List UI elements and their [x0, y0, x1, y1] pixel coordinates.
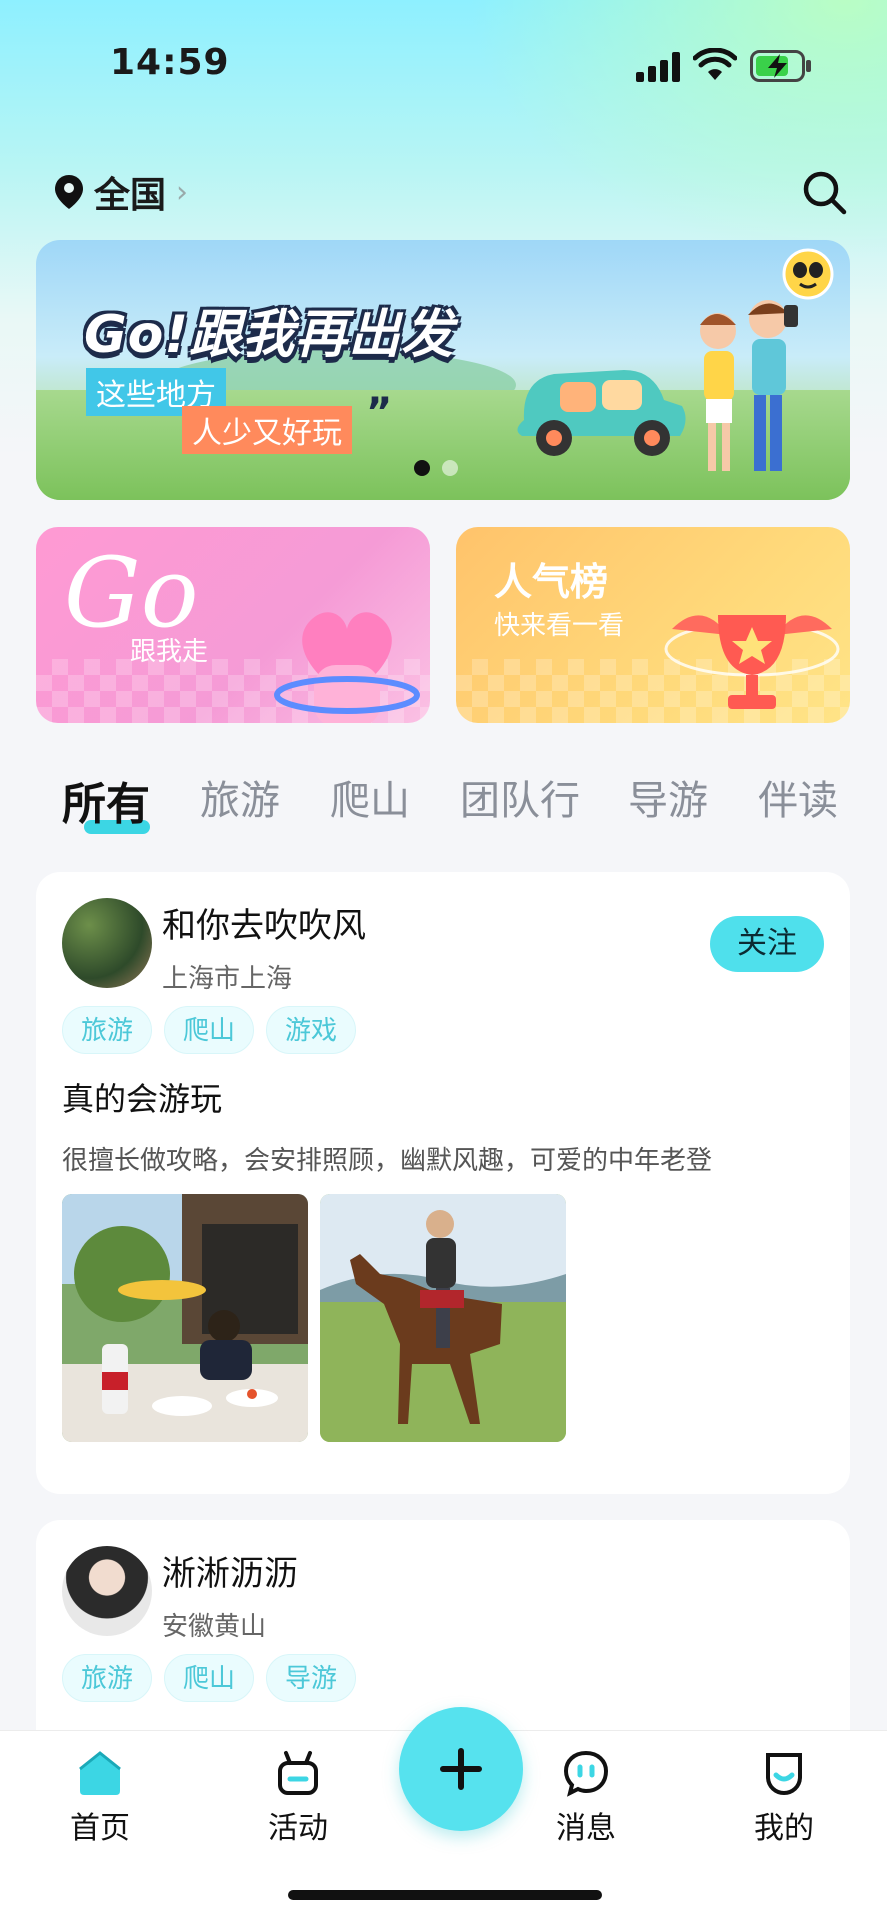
wifi-icon: [693, 48, 737, 80]
post-photo-horse-riding[interactable]: [320, 1194, 566, 1442]
follow-button[interactable]: 关注: [710, 916, 824, 972]
home-icon: [79, 1751, 121, 1795]
go-with-me-card[interactable]: Go 跟我走: [36, 527, 430, 723]
tab-reading-companion[interactable]: 伴读: [758, 768, 838, 826]
banner-quote-mark: ”: [366, 390, 393, 436]
status-time: 14:59: [110, 42, 230, 83]
tab-all[interactable]: 所有: [62, 768, 150, 832]
banner-pagination: [414, 460, 458, 476]
post-user-location: 上海市上海: [162, 964, 293, 994]
nav-messages-label: 消息: [556, 1811, 616, 1846]
post-username[interactable]: 淅淅沥沥: [162, 1546, 298, 1595]
post-tag[interactable]: 导游: [266, 1654, 357, 1702]
search-icon[interactable]: [800, 168, 848, 216]
car-illustration: [517, 370, 686, 456]
post-tag[interactable]: 旅游: [62, 1006, 153, 1054]
nav-activity[interactable]: 活动: [238, 1749, 358, 1847]
post-photo-dining[interactable]: [62, 1194, 308, 1442]
post-user-location: 安徽黄山: [162, 1612, 267, 1642]
home-indicator[interactable]: [288, 1890, 602, 1900]
post-title: 真的会游玩: [62, 1080, 223, 1118]
nav-profile[interactable]: 我的: [724, 1749, 844, 1847]
trophy-icon: [664, 615, 840, 709]
location-selector[interactable]: 全国 ›: [54, 168, 188, 216]
tab-guide[interactable]: 导游: [628, 768, 708, 826]
tab-hiking[interactable]: 爬山: [330, 768, 410, 826]
tab-group-trip[interactable]: 团队行: [460, 768, 580, 826]
chevron-right-icon: ›: [176, 174, 189, 210]
profile-icon: [766, 1753, 802, 1796]
post-tags: 旅游 爬山 游戏: [62, 1006, 357, 1054]
nav-home[interactable]: 首页: [40, 1749, 160, 1847]
post-tag[interactable]: 旅游: [62, 1654, 153, 1702]
travelers-illustration: [700, 300, 798, 471]
heart-hand-icon: [274, 612, 420, 723]
nav-activity-label: 活动: [268, 1811, 328, 1846]
pagination-dot[interactable]: [442, 460, 458, 476]
pagination-dot-active[interactable]: [414, 460, 430, 476]
nav-home-label: 首页: [70, 1811, 130, 1846]
plus-icon: [440, 1748, 482, 1790]
banner-title: Go!跟我再出发: [84, 305, 455, 365]
nav-profile-label: 我的: [754, 1811, 814, 1846]
location-pin-icon: [55, 175, 83, 209]
create-post-button[interactable]: [399, 1707, 523, 1831]
post-card[interactable]: 和你去吹吹风 上海市上海 关注 旅游 爬山 游戏 真的会游玩 很擅长做攻略，会安…: [36, 872, 850, 1494]
promo-banner[interactable]: Go!跟我再出发 这些地方 人少又好玩 ”: [36, 240, 850, 500]
tab-travel[interactable]: 旅游: [200, 768, 280, 826]
category-tabs: 所有 旅游 爬山 团队行 导游 伴读: [62, 768, 862, 838]
battery-charging-icon: [750, 50, 811, 82]
post-tag[interactable]: 游戏: [266, 1006, 357, 1054]
cellular-signal-icon: [636, 52, 682, 82]
activity-icon: [278, 1751, 318, 1795]
nav-messages[interactable]: 消息: [526, 1749, 646, 1847]
banner-tag-line-2: 人少又好玩: [182, 406, 352, 454]
post-tags: 旅游 爬山 导游: [62, 1654, 357, 1702]
post-username[interactable]: 和你去吹吹风: [162, 898, 366, 947]
message-icon: [563, 1750, 609, 1797]
location-label: 全国: [94, 175, 167, 216]
hot-card-title: 人气榜: [494, 560, 609, 604]
status-bar: 14:59: [0, 0, 887, 130]
popularity-ranking-card[interactable]: 人气榜 快来看一看: [456, 527, 850, 723]
hot-card-sub-text: 快来看一看: [494, 611, 625, 641]
post-description: 很擅长做攻略，会安排照顾，幽默风趣，可爱的中年老登: [62, 1146, 713, 1176]
go-card-sub-text: 跟我走: [130, 637, 209, 667]
post-tag[interactable]: 爬山: [164, 1654, 255, 1702]
emoji-face-icon: [782, 248, 834, 300]
post-tag[interactable]: 爬山: [164, 1006, 255, 1054]
avatar[interactable]: [62, 898, 152, 988]
avatar[interactable]: [62, 1546, 152, 1636]
